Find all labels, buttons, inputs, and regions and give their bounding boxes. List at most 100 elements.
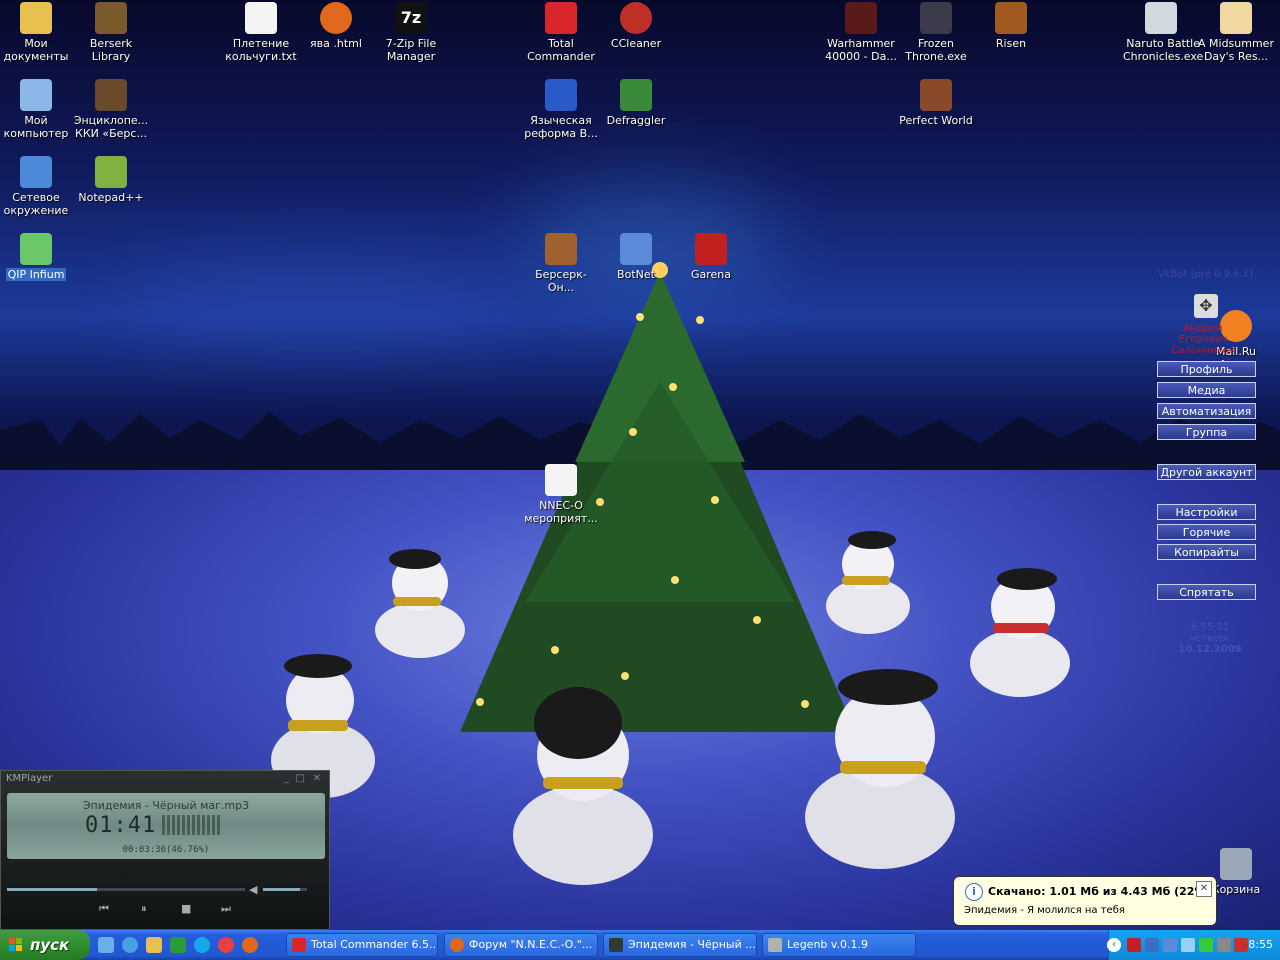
desktop-icon-ccleaner[interactable]: CCleaner <box>598 2 674 50</box>
icon-label: Корзина <box>1211 883 1261 896</box>
desktop-icon-midsummer[interactable]: A Midsummer Day's Res... <box>1198 2 1274 63</box>
network-icon[interactable] <box>1145 938 1159 952</box>
snowman <box>513 687 653 885</box>
tray-icon[interactable] <box>1127 938 1141 952</box>
desktop-icon-garena[interactable]: Garena <box>673 233 749 281</box>
desktop-icon-encyclopedia[interactable]: Энциклопе... ККИ «Берс... <box>73 79 149 140</box>
desktop-icon-text-file[interactable]: Плетение кольчуги.txt <box>223 2 299 63</box>
next-icon[interactable]: ⏭ <box>221 902 231 916</box>
vkbot-other-account-button[interactable]: Другой аккаунт <box>1157 464 1256 480</box>
desktop-icon-my-documents[interactable]: Мои документы <box>0 2 74 63</box>
icon-label: Берсерк-Он... <box>535 268 587 294</box>
system-tray: ‹ 8:55 <box>1107 930 1280 960</box>
recycle-bin-icon <box>1220 848 1252 880</box>
desktop-icon-network[interactable]: Сетевое окружение <box>0 156 74 217</box>
firefox-icon[interactable] <box>242 937 258 953</box>
kmplayer-volume-slider[interactable] <box>263 888 307 891</box>
maximize-icon[interactable]: □ <box>296 773 305 784</box>
text-file-icon <box>245 2 277 34</box>
desktop-icon-7zip[interactable]: 7z 7-Zip File Manager <box>373 2 449 63</box>
flag-icon[interactable] <box>1234 938 1248 952</box>
download-balloon[interactable]: i Скачано: 1.01 Мб из 4.43 Мб (22%) Эпид… <box>953 876 1217 926</box>
desktop-icon-word-doc[interactable]: Языческая реформа В... <box>523 79 599 140</box>
task-legend[interactable]: Legenb v.0.1.9 <box>762 933 916 957</box>
close-icon[interactable]: ✕ <box>1196 881 1212 897</box>
close-icon[interactable]: ✕ <box>313 773 321 784</box>
vkbot-hide-button[interactable]: Спрятать <box>1157 584 1256 600</box>
desktop-icon-html-file[interactable]: ява .html <box>298 2 374 50</box>
kmplayer-seekbar[interactable] <box>7 888 245 891</box>
task-total-commander[interactable]: Total Commander 6.5... <box>286 933 438 957</box>
desktop-icon-defraggler[interactable]: Defraggler <box>598 79 674 127</box>
desktop-icon-berserk-online[interactable]: Берсерк-Он... <box>523 233 599 294</box>
icon-label: Naruto Battle Chronicles.exe <box>1123 37 1204 63</box>
desktop-icon-berserk-library[interactable]: Berserk Library <box>73 2 149 63</box>
computer-icon <box>20 79 52 111</box>
icon-label: A Midsummer Day's Res... <box>1198 37 1274 63</box>
desktop-icon-botnet[interactable]: BotNet <box>598 233 674 281</box>
previous-icon[interactable]: ⏮ <box>99 902 109 916</box>
tray-icon[interactable] <box>1163 938 1177 952</box>
desktop-icon-notepadpp[interactable]: Notepad++ <box>73 156 149 204</box>
pause-icon[interactable]: ⏸ <box>141 902 147 916</box>
task-kmplayer[interactable]: Эпидемия - Чёрный ... <box>603 933 757 957</box>
firefox-icon <box>320 2 352 34</box>
task-label: Total Commander 6.5... <box>311 938 438 951</box>
icon-label: NNEC-О мероприят... <box>524 499 598 525</box>
desktop-icon-warhammer[interactable]: Warhammer 40000 - Da... <box>823 2 899 63</box>
vkbot-automation-button[interactable]: Автоматизация <box>1157 403 1256 419</box>
desktop-icon-perfect-world[interactable]: Perfect World <box>898 79 974 127</box>
kmplayer-title: KMPlayer <box>6 773 53 784</box>
skype-icon[interactable] <box>194 937 210 953</box>
quick-launch-icon[interactable] <box>146 937 162 953</box>
desktop-icon-total-commander[interactable]: Total Commander <box>523 2 599 63</box>
shield-icon[interactable] <box>1199 938 1213 952</box>
quick-launch-icon[interactable] <box>122 937 138 953</box>
start-button[interactable]: пуск <box>0 930 90 960</box>
vkbot-hotkeys-button[interactable]: Горячие клавиши <box>1157 524 1256 555</box>
icon-label: Garena <box>690 268 732 281</box>
defraggler-icon <box>620 79 652 111</box>
opera-icon[interactable] <box>218 937 234 953</box>
icon-label: Frozen Throne.exe <box>905 37 967 63</box>
kmplayer-icon <box>609 938 623 952</box>
quick-launch-icon[interactable] <box>98 937 114 953</box>
desktop: Мои документы Berserk Library Плетение к… <box>0 0 1280 930</box>
vkbot-settings-button[interactable]: Настройки <box>1157 504 1256 520</box>
folder-icon <box>20 2 52 34</box>
vkbot-copyrights-button[interactable]: Копирайты <box>1157 544 1256 560</box>
balloon-title: Скачано: 1.01 Мб из 4.43 Мб (22%) <box>988 885 1211 898</box>
icon-label: Risen <box>995 37 1027 50</box>
botnet-icon <box>620 233 652 265</box>
desktop-icon-nnec-file[interactable]: NNEC-О мероприят... <box>523 464 599 525</box>
vkbot-profile-button[interactable]: Профиль <box>1157 361 1256 377</box>
kmplayer-display: Эпидемия - Чёрный маг.mp3 01:41 00:03:36… <box>7 793 325 859</box>
vkbot-group-button[interactable]: Группа <box>1157 424 1256 440</box>
snowman <box>375 549 465 658</box>
desktop-icon-qip[interactable]: QIP Infium <box>0 233 74 281</box>
volume-icon[interactable]: ◀ <box>249 883 257 896</box>
volume-icon[interactable] <box>1217 938 1231 952</box>
minimize-icon[interactable]: _ <box>284 773 289 784</box>
task-label: Эпидемия - Чёрный ... <box>628 938 756 951</box>
vkbot-avatar[interactable]: ✥ <box>1194 294 1218 318</box>
desktop-icon-naruto[interactable]: Naruto Battle Chronicles.exe <box>1123 2 1203 63</box>
text-file-icon <box>545 464 577 496</box>
vkbot-title: VkBot [pre 0.9.6.1] <box>1158 269 1254 280</box>
windows-logo-icon <box>9 938 22 951</box>
kmplayer-window[interactable]: KMPlayer ✕ □ _ Эпидемия - Чёрный маг.mp3… <box>0 770 330 930</box>
tray-icon[interactable] <box>1181 938 1195 952</box>
quick-launch-icon[interactable] <box>170 937 186 953</box>
chevron-left-icon[interactable]: ‹ <box>1107 938 1121 952</box>
desktop-icon-my-computer[interactable]: Мой компьютер <box>0 79 74 140</box>
desktop-icon-frozen-throne[interactable]: Frozen Throne.exe <box>898 2 974 63</box>
vkbot-media-button[interactable]: Медиа <box>1157 382 1256 398</box>
task-forum[interactable]: Форум "N.N.E.C.-О."... <box>444 933 598 957</box>
notepadpp-icon <box>95 156 127 188</box>
desktop-icon-risen[interactable]: Risen <box>973 2 1049 50</box>
snowman <box>805 669 955 869</box>
icon-label: Total Commander <box>527 37 595 63</box>
stop-icon[interactable]: ■ <box>181 902 191 915</box>
icon-label: Энциклопе... ККИ «Берс... <box>73 114 149 140</box>
icon-label: Сетевое окружение <box>3 191 69 217</box>
